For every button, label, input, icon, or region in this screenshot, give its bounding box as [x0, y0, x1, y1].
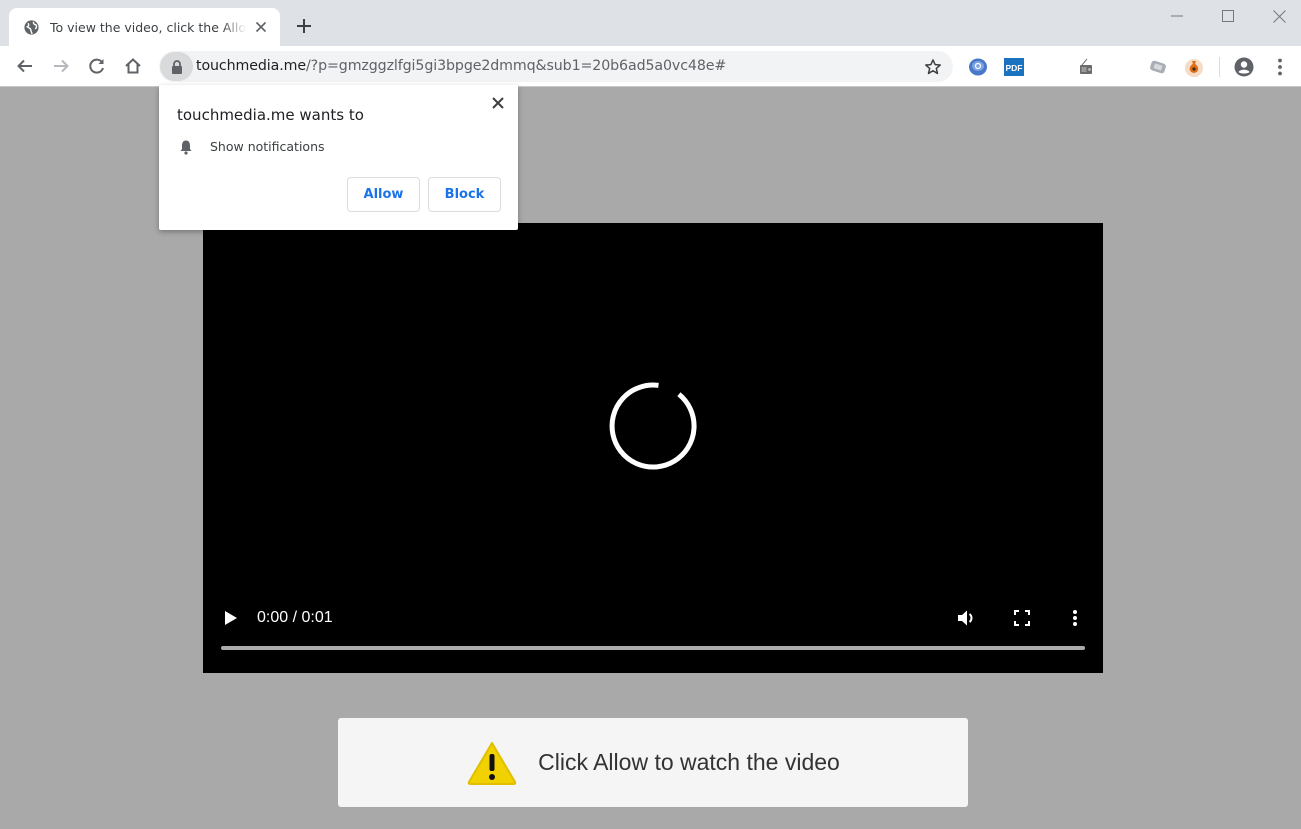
- home-icon: [125, 58, 141, 74]
- fullscreen-icon: [1014, 610, 1030, 626]
- home-button[interactable]: [120, 53, 146, 79]
- lock-icon: [171, 59, 182, 74]
- globe-icon: [23, 19, 40, 36]
- video-time: 0:00 / 0:01: [257, 609, 333, 626]
- notification-permission-popup: touchmedia.me wants to Show notification…: [159, 85, 518, 230]
- profile-avatar-icon[interactable]: [1234, 57, 1254, 77]
- browser-tab[interactable]: To view the video, click the Allow butto…: [9, 8, 280, 46]
- toolbar-separator: [1219, 57, 1220, 77]
- minimize-button[interactable]: [1152, 0, 1202, 32]
- new-tab-button[interactable]: [292, 14, 316, 38]
- popup-close-icon[interactable]: [488, 93, 508, 113]
- volume-icon: [958, 610, 973, 626]
- video-progress-bar[interactable]: [221, 646, 1085, 650]
- maximize-button[interactable]: [1203, 0, 1253, 32]
- url-text[interactable]: touchmedia.me/?p=gmzggzlfgi5gi3bpge2dmmq…: [196, 58, 726, 74]
- arrow-right-icon: [54, 59, 69, 73]
- fullscreen-button[interactable]: [1011, 607, 1033, 629]
- tab-strip: To view the video, click the Allow butto…: [0, 0, 1301, 46]
- warning-icon: [467, 741, 517, 785]
- reload-button[interactable]: [84, 53, 110, 79]
- play-icon: [225, 611, 237, 625]
- video-more-options-button[interactable]: [1065, 607, 1085, 629]
- close-window-button[interactable]: [1254, 0, 1301, 32]
- url-path: /?p=gmzggzlfgi5gi3bpge2dmmq&sub1=20b6ad5…: [305, 58, 727, 74]
- block-button[interactable]: Block: [428, 177, 501, 212]
- arrow-left-icon: [17, 59, 32, 73]
- tab-close-icon[interactable]: [252, 18, 270, 36]
- svg-text:PDF: PDF: [1006, 63, 1023, 73]
- permission-label: Show notifications: [210, 139, 325, 154]
- more-vertical-icon: [1073, 610, 1077, 626]
- ticket-extension-icon[interactable]: [1148, 57, 1168, 77]
- play-button[interactable]: [221, 607, 241, 629]
- radio-extension-icon[interactable]: [1076, 57, 1096, 77]
- video-player[interactable]: 0:00 / 0:01: [203, 223, 1103, 673]
- tab-title: To view the video, click the Allow butto…: [50, 19, 246, 35]
- notice-text: Click Allow to watch the video: [538, 749, 840, 775]
- loading-spinner-icon: [609, 382, 697, 470]
- browser-toolbar: touchmedia.me/?p=gmzggzlfgi5gi3bpge2dmmq…: [0, 46, 1301, 87]
- url-host: touchmedia.me: [196, 58, 306, 74]
- volume-button[interactable]: [955, 607, 979, 629]
- back-button[interactable]: [12, 53, 38, 79]
- reload-icon: [89, 58, 104, 74]
- site-info-button[interactable]: [160, 52, 193, 81]
- disc-extension-icon[interactable]: [968, 57, 988, 77]
- money-bag-extension-icon[interactable]: [1184, 57, 1204, 77]
- bookmark-star-icon[interactable]: [923, 57, 943, 77]
- pdf-extension-icon[interactable]: PDF: [1004, 57, 1024, 77]
- forward-button[interactable]: [48, 53, 74, 79]
- address-bar[interactable]: touchmedia.me/?p=gmzggzlfgi5gi3bpge2dmmq…: [159, 51, 953, 82]
- bell-icon: [180, 140, 192, 155]
- browser-menu-icon[interactable]: [1270, 57, 1290, 77]
- allow-button[interactable]: Allow: [347, 177, 420, 212]
- popup-title: touchmedia.me wants to: [177, 106, 364, 124]
- allow-notice-banner: Click Allow to watch the video: [338, 718, 968, 807]
